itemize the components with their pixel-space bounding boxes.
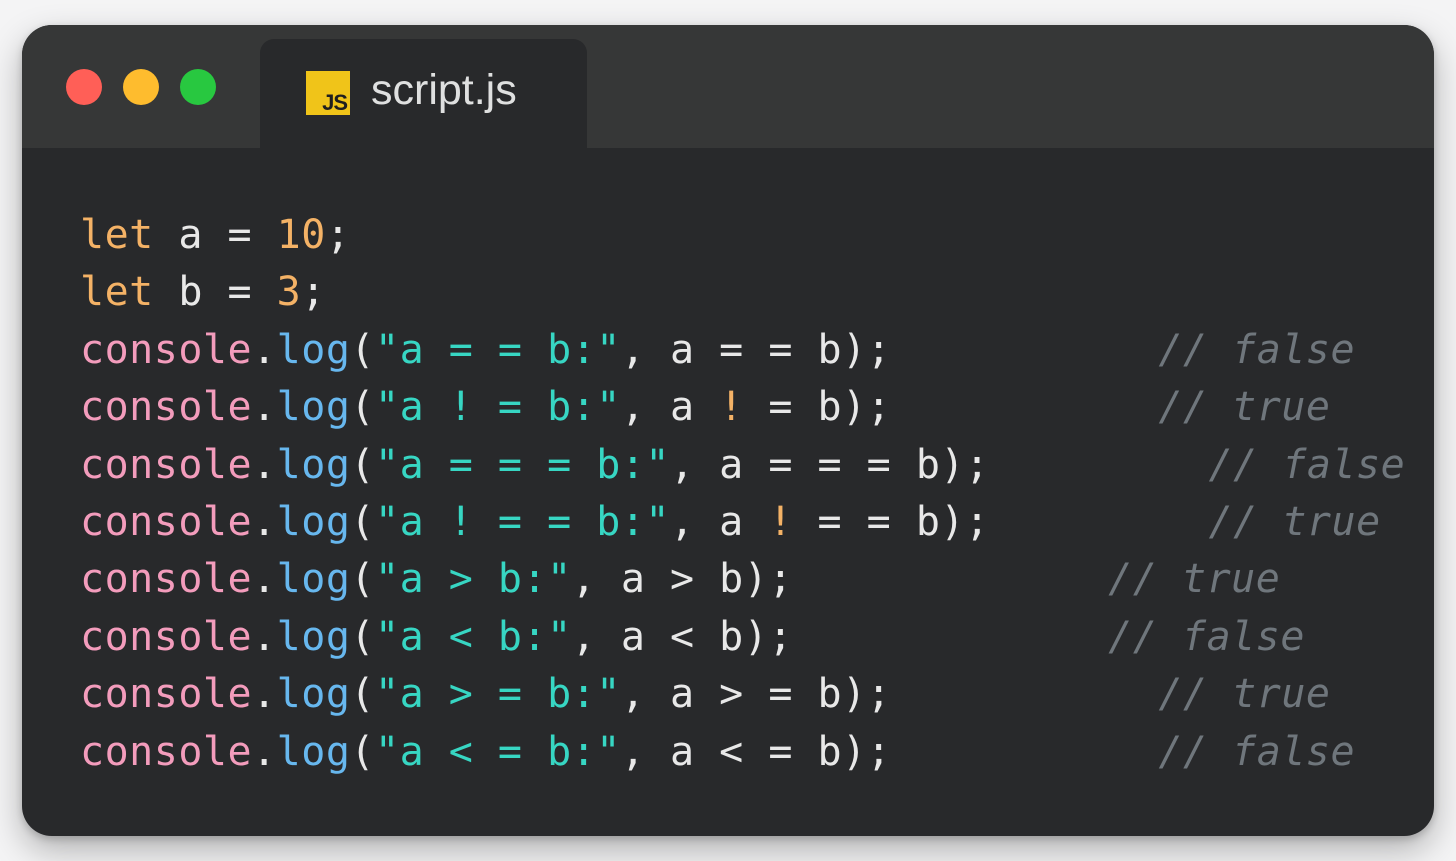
code-token-plain: ( — [350, 498, 376, 545]
code-line[interactable]: console.log("a = = = b:", a = = = b); // … — [80, 437, 1405, 494]
title-bar: JS script.js — [22, 25, 1434, 148]
code-token-plain: . — [252, 613, 277, 660]
code-token-plain: . — [252, 556, 277, 603]
code-token-method: log — [276, 441, 351, 488]
code-token-string: "a = = b:" — [375, 326, 621, 373]
code-token-object: console — [80, 728, 253, 775]
maximize-button[interactable] — [180, 69, 216, 105]
code-token-plain: . — [252, 384, 277, 431]
code-token-plain: a = — [153, 212, 277, 258]
code-token-method: log — [276, 613, 351, 660]
code-line[interactable]: console.log("a > = b:", a > = b); // true — [80, 666, 1330, 723]
code-line[interactable]: let b = 3; — [80, 264, 990, 321]
code-comment: // true — [1158, 671, 1331, 718]
code-line[interactable]: console.log("a < b:", a < b); // false — [80, 609, 1304, 666]
code-token-object: console — [80, 556, 253, 603]
code-comment: // true — [1208, 498, 1381, 545]
code-token-object: console — [80, 498, 253, 545]
code-token-plain: ; — [301, 269, 326, 316]
code-token-plain: , a > = b); — [620, 671, 892, 718]
code-token-plain: ( — [350, 556, 376, 603]
code-token-object: console — [80, 326, 253, 373]
code-comment: // false — [1158, 326, 1356, 373]
code-token-string: "a < b:" — [375, 613, 572, 660]
code-token-keyword: let — [80, 269, 154, 316]
code-line[interactable]: console.log("a < = b:", a < = b); // fals… — [80, 724, 1355, 781]
code-token-plain: , a = = b); — [620, 326, 892, 373]
code-token-object: console — [80, 441, 253, 488]
code-token-number: 10 — [276, 212, 326, 258]
code-comment: // false — [1208, 441, 1406, 488]
code-token-plain: . — [252, 498, 277, 545]
code-token-object: console — [80, 384, 253, 431]
code-token-plain: ; — [325, 212, 351, 258]
code-token-plain: . — [252, 671, 277, 718]
code-comment: // false — [1108, 613, 1305, 660]
code-token-string: "a ! = b:" — [375, 384, 621, 431]
code-token-plain: . — [252, 728, 277, 775]
code-token-plain: ( — [350, 671, 376, 718]
code-token-object: console — [80, 613, 253, 660]
code-comment: // true — [1108, 556, 1281, 603]
minimize-button[interactable] — [123, 69, 159, 105]
js-file-icon-label: JS — [322, 90, 348, 115]
code-comment: // true — [1158, 384, 1331, 431]
code-line[interactable]: let a = 10; — [80, 207, 990, 264]
code-token-plain: b = — [153, 269, 277, 316]
code-line[interactable]: console.log("a ! = b:", a ! = b); // true — [80, 379, 1330, 436]
code-token-keyword: let — [80, 212, 154, 258]
code-token-bang: ! — [768, 498, 793, 545]
code-token-method: log — [276, 556, 351, 603]
code-token-string: "a < = b:" — [375, 728, 621, 775]
code-token-plain: ( — [350, 326, 376, 373]
code-token-plain: ( — [350, 613, 376, 660]
tab-title: script.js — [371, 66, 517, 114]
code-token-method: log — [276, 384, 351, 431]
code-token-bang: ! — [719, 384, 744, 431]
js-file-icon: JS — [306, 71, 350, 115]
code-token-plain: . — [252, 441, 277, 488]
code-token-plain: , a = = = b); — [670, 441, 990, 488]
code-token-plain: , a < = b); — [620, 728, 892, 775]
code-token-plain: = b); — [743, 384, 892, 431]
code-token-string: "a = = = b:" — [375, 441, 670, 488]
code-token-method: log — [276, 671, 351, 718]
code-token-plain: , a < b); — [571, 613, 793, 660]
code-token-plain: = = b); — [792, 498, 990, 545]
code-line[interactable]: console.log("a > b:", a > b); // true — [80, 551, 1280, 608]
code-comment: // false — [1158, 728, 1356, 775]
code-window: JS script.js let a = 10; let b = 3; consol… — [22, 25, 1434, 836]
code-token-method: log — [276, 728, 351, 775]
file-tab[interactable]: JS script.js — [260, 39, 587, 148]
code-token-method: log — [276, 326, 351, 373]
code-editor[interactable]: let a = 10; let b = 3; console.log("a = = … — [80, 207, 1405, 781]
code-token-string: "a ! = = b:" — [375, 498, 670, 545]
code-token-plain: , a — [670, 498, 769, 545]
code-token-object: console — [80, 671, 253, 718]
code-token-string: "a > = b:" — [375, 671, 621, 718]
code-token-plain: . — [252, 326, 277, 373]
close-button[interactable] — [66, 69, 102, 105]
code-line[interactable]: console.log("a ! = = b:", a ! = = b); // … — [80, 494, 1380, 551]
code-token-plain: , a — [620, 384, 720, 431]
code-token-string: "a > b:" — [375, 556, 572, 603]
code-token-method: log — [276, 498, 351, 545]
code-token-plain: ( — [350, 441, 376, 488]
code-token-plain: , a > b); — [571, 556, 793, 603]
code-token-number: 3 — [276, 269, 302, 316]
code-token-plain: ( — [350, 728, 376, 775]
code-line[interactable]: console.log("a = = b:", a = = b); // fals… — [80, 322, 1355, 379]
code-token-plain: ( — [350, 384, 376, 431]
